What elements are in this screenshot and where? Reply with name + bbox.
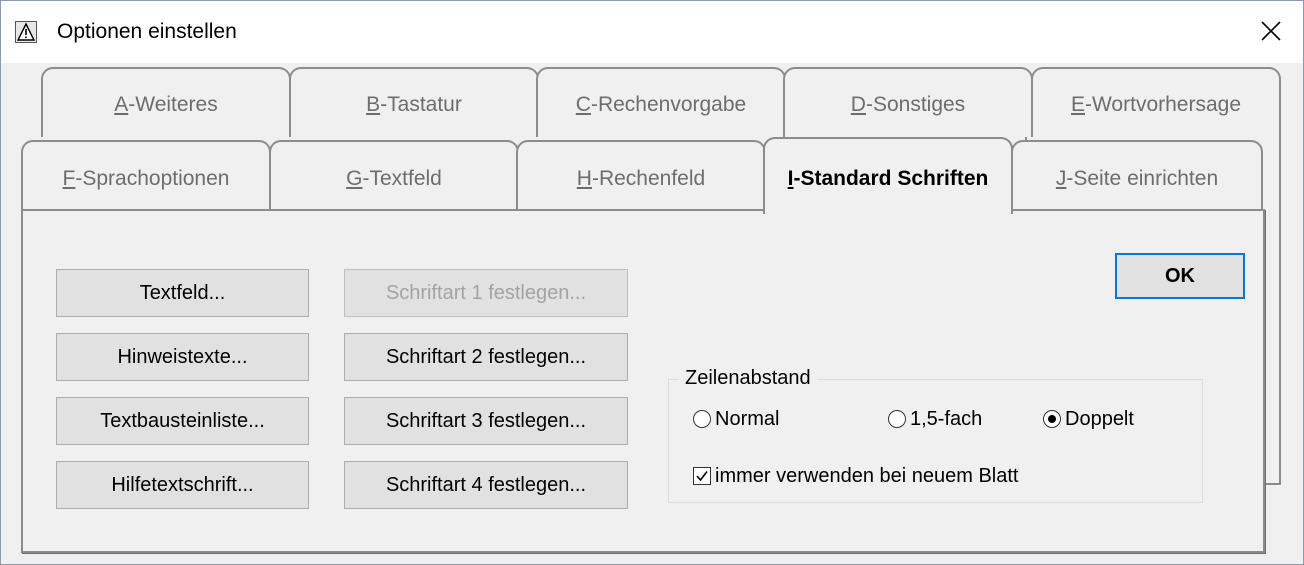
tab-e-label: -Wortvorhersage	[1085, 93, 1242, 116]
tab-h-rechenfeld[interactable]: H-Rechenfeld	[516, 140, 766, 211]
schriftart-1-button-label: Schriftart 1 festlegen...	[385, 282, 587, 304]
tab-c-label: -Rechenvorgabe	[590, 93, 747, 116]
radio-1-5-fach-indicator	[888, 410, 906, 428]
checkbox-indicator	[693, 467, 711, 485]
hinweistexte-button-label: Hinweistexte...	[117, 346, 248, 368]
close-button[interactable]	[1241, 1, 1303, 63]
tab-c-key: C	[575, 93, 591, 116]
radio-1-5-fach[interactable]: 1,5-fach	[888, 408, 1018, 432]
tab-e-key: E	[1070, 93, 1085, 116]
schriftart-4-button[interactable]: Schriftart 4 festlegen...	[344, 461, 628, 509]
close-icon	[1261, 21, 1281, 41]
radio-doppelt-label: Doppelt	[1065, 408, 1134, 430]
tab-a-key: A	[114, 93, 129, 116]
schriftart-3-button-label: Schriftart 3 festlegen...	[385, 410, 587, 432]
tab-j-label: -Seite einrichten	[1066, 167, 1219, 190]
schriftart-2-button[interactable]: Schriftart 2 festlegen...	[344, 333, 628, 381]
tab-h-key: H	[576, 167, 592, 190]
radio-normal-indicator	[693, 410, 711, 428]
title-bar: Optionen einstellen	[1, 1, 1303, 63]
tab-b-tastatur[interactable]: B-Tastatur	[289, 67, 539, 137]
immer-verwenden-checkbox[interactable]: immer verwenden bei neuem Blatt	[693, 465, 1113, 489]
schriftart-2-button-label: Schriftart 2 festlegen...	[385, 346, 587, 368]
tab-g-key: G	[346, 167, 363, 190]
radio-normal[interactable]: Normal	[693, 408, 833, 432]
window-title: Optionen einstellen	[57, 20, 237, 43]
textbausteinliste-button[interactable]: Textbausteinliste...	[56, 397, 309, 445]
radio-doppelt[interactable]: Doppelt	[1043, 408, 1173, 432]
tab-f-label: -Sprachoptionen	[75, 167, 230, 190]
tab-c-rechenvorgabe[interactable]: C-Rechenvorgabe	[536, 67, 786, 137]
tab-d-sonstiges[interactable]: D-Sonstiges	[783, 67, 1033, 137]
schriftart-3-button[interactable]: Schriftart 3 festlegen...	[344, 397, 628, 445]
tab-i-label: -Standard Schriften	[793, 167, 989, 190]
schriftart-1-button[interactable]: Schriftart 1 festlegen...	[344, 269, 628, 317]
tab-b-key: B	[366, 93, 381, 116]
tab-e-wortvorhersage[interactable]: E-Wortvorhersage	[1031, 67, 1281, 137]
tab-j-seite-einrichten[interactable]: J-Seite einrichten	[1011, 140, 1263, 211]
tab-j-key: J	[1055, 167, 1067, 190]
hilfetextschrift-button-label: Hilfetextschrift...	[111, 474, 254, 496]
ok-button[interactable]: OK	[1115, 253, 1245, 299]
hilfetextschrift-button[interactable]: Hilfetextschrift...	[56, 461, 309, 509]
schriftart-4-button-label: Schriftart 4 festlegen...	[385, 474, 587, 496]
tab-d-key: D	[850, 93, 866, 116]
tab-a-label: -Weiteres	[128, 93, 218, 116]
tab-f-sprachoptionen[interactable]: F-Sprachoptionen	[21, 140, 271, 211]
radio-selected-dot	[1048, 415, 1056, 423]
tab-i-standard-schriften[interactable]: I-Standard Schriften	[763, 137, 1013, 214]
options-dialog: Optionen einstellen A-Weiteres B-Tastatu…	[0, 0, 1304, 565]
textfeld-button-label: Textfeld...	[139, 282, 226, 304]
tab-h-label: -Rechenfeld	[591, 167, 706, 190]
radio-normal-label: Normal	[715, 408, 780, 430]
immer-verwenden-label: immer verwenden bei neuem Blatt	[715, 465, 1019, 487]
ok-button-label: OK	[1165, 265, 1195, 287]
tab-d-label: -Sonstiges	[865, 93, 966, 116]
tab-g-textfeld[interactable]: G-Textfeld	[269, 140, 519, 211]
tab-b-label: -Tastatur	[380, 93, 462, 116]
tab-f-key: F	[62, 167, 76, 190]
tab-a-weiteres[interactable]: A-Weiteres	[41, 67, 291, 137]
warning-icon	[15, 21, 37, 43]
tab-g-label: -Textfeld	[362, 167, 442, 190]
radio-1-5-fach-label: 1,5-fach	[910, 408, 983, 430]
radio-doppelt-indicator	[1043, 410, 1061, 428]
zeilenabstand-label: Zeilenabstand	[679, 367, 817, 390]
textbausteinliste-button-label: Textbausteinliste...	[100, 410, 265, 432]
textfeld-button[interactable]: Textfeld...	[56, 269, 309, 317]
hinweistexte-button[interactable]: Hinweistexte...	[56, 333, 309, 381]
checkmark-icon	[696, 471, 708, 482]
